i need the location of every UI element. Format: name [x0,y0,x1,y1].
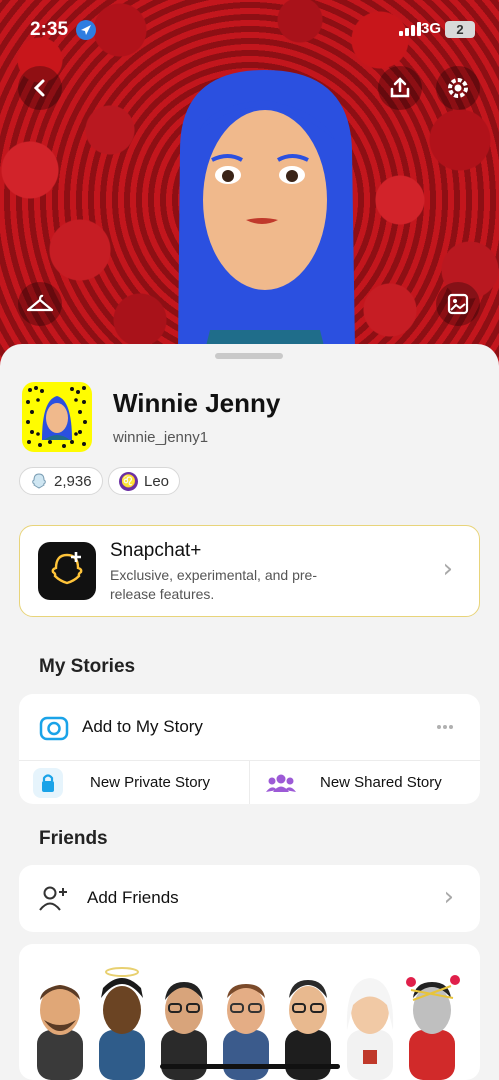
add-friend-icon [39,886,67,911]
add-friends-row[interactable]: Add Friends › [19,865,480,932]
bitmoji-friends-banner[interactable] [19,944,480,1080]
background-button[interactable] [436,282,480,326]
snapcode[interactable] [22,382,92,452]
my-stories-heading: My Stories [39,656,136,677]
location-arrow-icon [76,20,96,40]
home-indicator[interactable] [160,1064,340,1069]
snap-ghost-icon [32,473,46,489]
username: winnie_jenny1 [113,429,209,446]
share-button[interactable] [378,66,422,110]
display-name: Winnie Jenny [113,388,281,418]
zodiac-label: Leo [144,472,170,490]
snap-score-pill[interactable]: 2,936 [19,467,103,495]
snapchat-plus-logo [38,542,96,600]
status-time: 2:35 [30,19,69,40]
friend-bitmoji [37,985,83,1080]
profile-sheet: Winnie Jenny winnie_jenny1 2,936 ♌ Leo S… [0,344,499,1080]
friend-bitmoji [346,978,394,1080]
add-to-my-story-row[interactable]: Add to My Story [19,694,480,760]
snapcode-pattern [26,386,87,448]
settings-gear-icon [448,78,468,98]
lock-icon [33,768,63,798]
more-dots-icon[interactable] [436,724,454,730]
add-friends-label: Add Friends [87,888,179,907]
friend-bitmoji [161,982,207,1080]
new-private-story-label: New Private Story [90,774,211,791]
photo-frame-icon [447,293,469,315]
new-private-story-button[interactable]: New Private Story [19,761,249,804]
snapchat-plus-title: Snapchat+ [110,540,202,561]
snap-score: 2,936 [54,472,92,490]
friend-bitmoji [285,980,331,1080]
network-type: 3G [420,20,441,37]
status-bar: 2:35 3G 2 [0,16,499,44]
snapchat-plus-description: Exclusive, experimental, and pre-release… [110,567,317,602]
drag-handle[interactable] [215,353,283,359]
friend-bitmoji [406,975,460,1080]
my-stories-card: Add to My Story New Private Story New Sh… [19,694,480,804]
zodiac-pill[interactable]: ♌ Leo [108,467,181,495]
back-arrow-icon [33,79,45,97]
friend-bitmoji [223,984,269,1080]
signal-icon [399,22,421,36]
hanger-icon [26,294,54,312]
friends-heading: Friends [39,828,108,849]
group-icon [264,768,298,798]
new-shared-story-label: New Shared Story [320,774,442,791]
settings-button[interactable] [436,66,480,110]
add-to-my-story-label: Add to My Story [82,717,203,736]
new-shared-story-button[interactable]: New Shared Story [250,761,480,804]
camera-icon [39,716,69,741]
back-button[interactable] [18,66,62,110]
leo-zodiac-icon: ♌ [119,471,138,491]
bitmoji-avatar [178,70,355,370]
profile-hero-background [0,0,499,372]
chevron-right-icon: › [442,554,453,584]
chevron-right-icon: › [443,882,454,912]
friend-bitmoji [99,967,145,1080]
share-upload-icon [390,77,410,98]
battery-indicator: 2 [445,21,475,38]
outfit-button[interactable] [18,282,62,326]
snapchat-plus-card[interactable]: Snapchat+ Exclusive, experimental, and p… [19,525,480,617]
